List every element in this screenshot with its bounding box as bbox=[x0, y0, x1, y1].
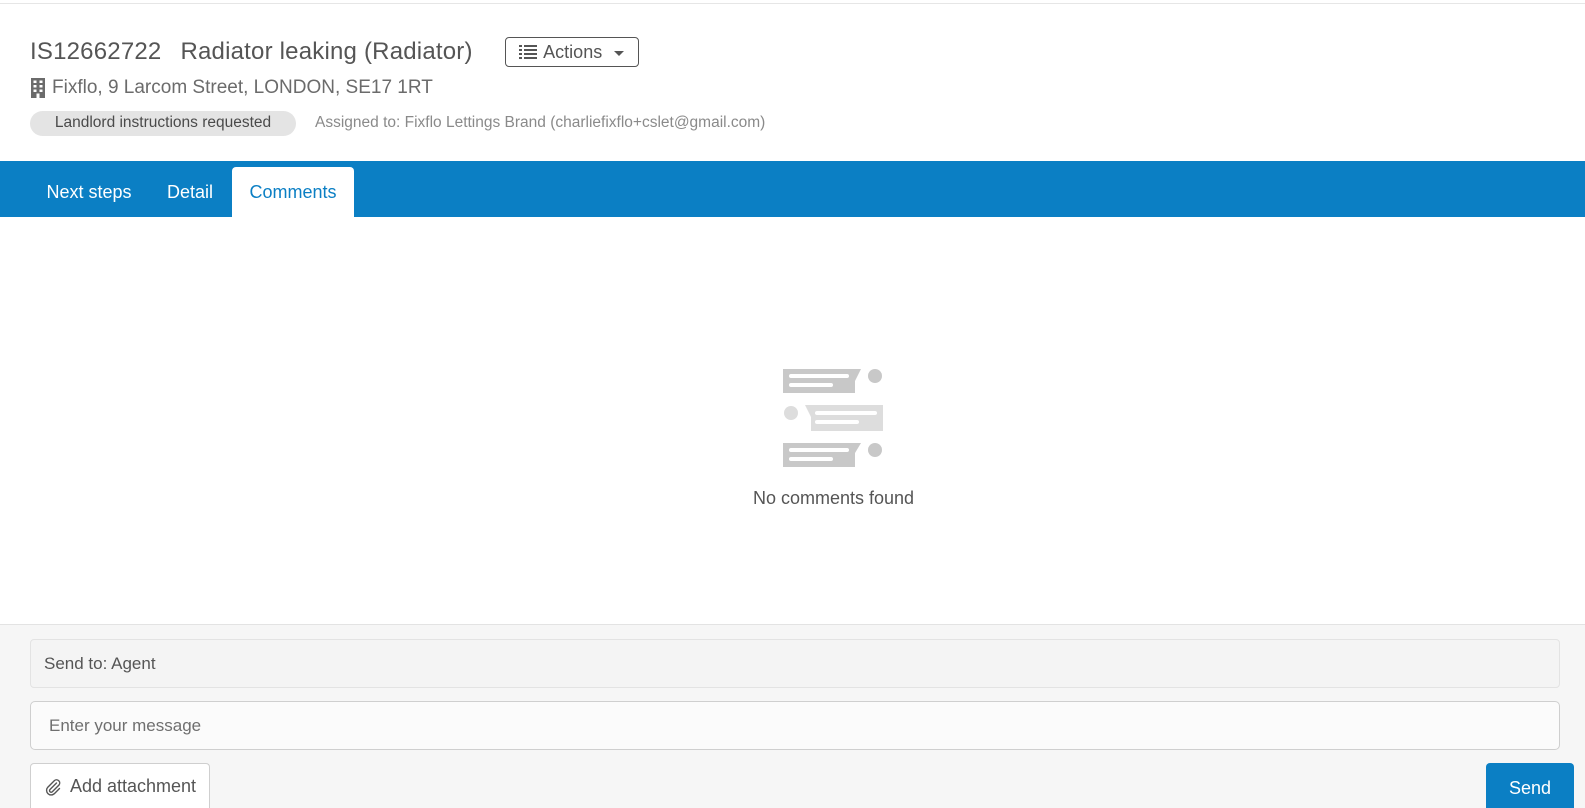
list-icon bbox=[519, 45, 538, 59]
add-attachment-button[interactable]: Add attachment bbox=[30, 763, 210, 808]
job-reference: IS12662722 bbox=[30, 38, 162, 65]
building-icon bbox=[31, 78, 45, 98]
address-text: Fixflo, 9 Larcom Street, LONDON, SE17 1R… bbox=[52, 77, 433, 98]
top-divider bbox=[0, 3, 1585, 4]
tab-next-steps[interactable]: Next steps bbox=[30, 167, 148, 217]
tab-detail[interactable]: Detail bbox=[150, 167, 230, 217]
actions-dropdown-button[interactable]: Actions bbox=[504, 37, 639, 67]
message-input[interactable] bbox=[30, 701, 1560, 750]
compose-panel: Send to: Agent Add attachment Send bbox=[0, 624, 1585, 808]
add-attachment-label: Add attachment bbox=[69, 776, 197, 796]
send-to-field[interactable]: Send to: Agent bbox=[30, 639, 1560, 688]
job-header: IS12662722 Radiator leaking (Radiator) A… bbox=[30, 36, 1560, 136]
assigned-to: Assigned to: Fixflo Lettings Brand (char… bbox=[315, 114, 766, 131]
title-row: IS12662722 Radiator leaking (Radiator) A… bbox=[30, 36, 1560, 68]
comments-empty-state: No comments found bbox=[0, 367, 1585, 509]
status-badge: Landlord instructions requested bbox=[30, 110, 296, 136]
chevron-down-icon bbox=[614, 50, 625, 56]
tab-bar: Next steps Detail Comments bbox=[0, 161, 1585, 217]
paperclip-icon bbox=[45, 778, 61, 796]
meta-row: Landlord instructions requested Assigned… bbox=[30, 110, 1560, 136]
empty-message: No comments found bbox=[752, 488, 915, 508]
comments-empty-icon bbox=[782, 369, 883, 467]
actions-label: Actions bbox=[543, 41, 603, 62]
tab-comments[interactable]: Comments bbox=[232, 167, 354, 217]
job-title: Radiator leaking (Radiator) bbox=[180, 38, 473, 65]
property-address: Fixflo, 9 Larcom Street, LONDON, SE17 1R… bbox=[30, 75, 1560, 101]
send-button[interactable]: Send bbox=[1486, 763, 1574, 808]
